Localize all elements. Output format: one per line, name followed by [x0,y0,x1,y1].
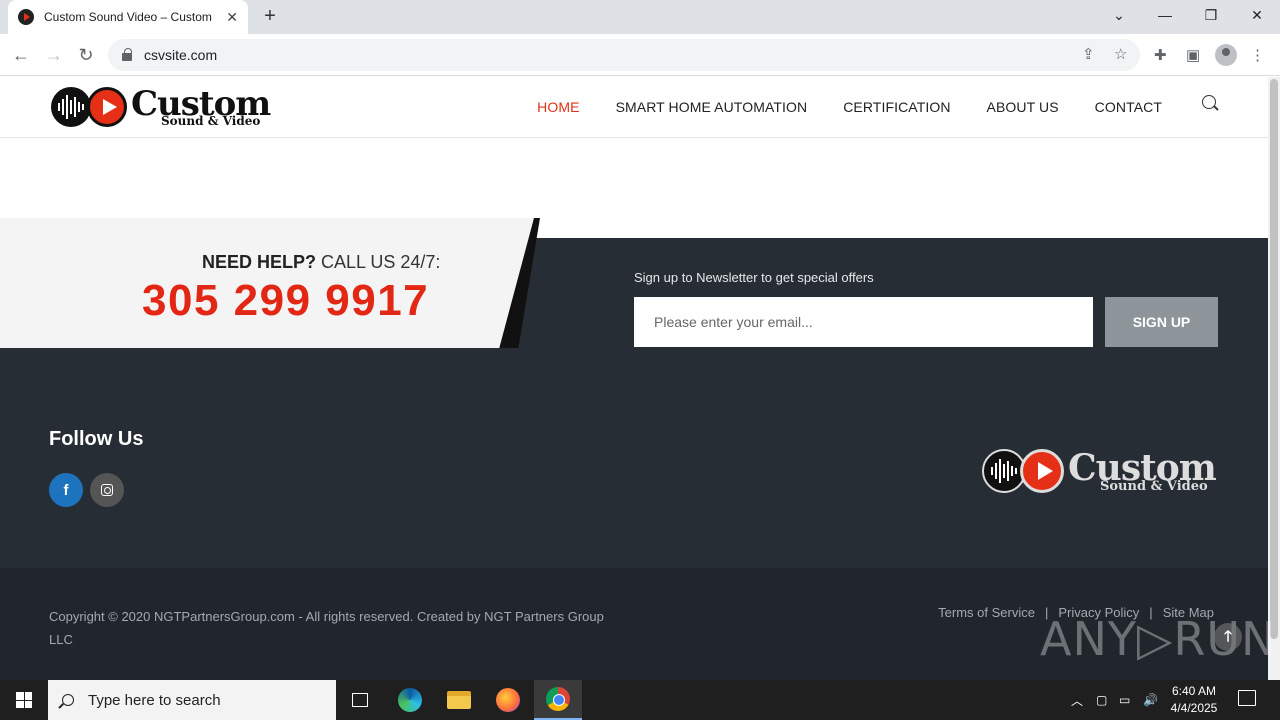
menu-dots-icon[interactable]: ⋮ [1250,46,1265,64]
soundwave-icon [51,87,91,127]
copyright-text: Copyright © 2020 NGTPartnersGroup.com - … [49,609,604,647]
play-icon [87,87,127,127]
terms-link[interactable]: Terms of Service [938,605,1035,620]
folder-icon [447,691,471,709]
tray-chevron-icon[interactable]: ︿ [1071,680,1083,720]
browser-tab[interactable]: Custom Sound Video – Custom ✕ [8,0,248,34]
close-window-button[interactable]: ✕ [1234,0,1280,30]
edge-app-button[interactable] [386,680,434,720]
new-tab-button[interactable]: + [260,6,280,26]
network-icon[interactable]: ▭ [1119,680,1130,720]
back-to-top-button[interactable]: 🡑 [1214,623,1242,651]
chrome-app-button[interactable] [534,680,582,720]
nav-contact[interactable]: CONTACT [1095,99,1162,115]
forward-arrow-icon[interactable]: → [43,44,65,66]
windows-logo-icon [16,692,32,708]
page-viewport: Custom Sound & Video HOME SMART HOME AUT… [0,77,1268,680]
footer-logo: Custom Sound & Video [982,449,1217,493]
windows-taskbar: Type here to search ︿ ▢ ▭ 🔊 6:40 AM 4/4/… [0,680,1280,720]
facebook-icon[interactable]: f [49,473,83,507]
site-favicon-icon [18,9,34,25]
tab-title: Custom Sound Video – Custom [44,10,212,24]
extensions-puzzle-icon[interactable]: ✚ [1154,46,1167,64]
system-clock[interactable]: 6:40 AM 4/4/2025 [1160,683,1228,717]
side-panel-icon[interactable]: ▣ [1186,46,1200,64]
minimize-button[interactable]: — [1142,0,1188,30]
edge-icon [398,688,422,712]
firefox-icon [496,688,520,712]
clock-time: 6:40 AM [1171,684,1217,698]
search-icon [62,694,74,706]
page-scrollbar[interactable] [1268,77,1280,680]
site-logo[interactable]: Custom Sound & Video [51,87,271,127]
main-nav: HOME SMART HOME AUTOMATION CERTIFICATION… [537,99,1162,115]
nav-about-us[interactable]: ABOUT US [987,99,1059,115]
newsletter-email-input[interactable] [634,297,1093,347]
scrollbar-thumb[interactable] [1270,79,1278,639]
site-header: Custom Sound & Video HOME SMART HOME AUT… [0,77,1268,138]
back-arrow-icon[interactable]: ← [10,44,32,66]
signup-button[interactable]: SIGN UP [1105,297,1218,347]
clock-date: 4/4/2025 [1170,701,1218,715]
taskbar-search-placeholder: Type here to search [88,691,221,709]
firefox-app-button[interactable] [484,680,532,720]
newsletter-label: Sign up to Newsletter to get special off… [634,270,874,285]
phone-number[interactable]: 305 299 9917 [142,276,429,326]
restore-button[interactable]: ❐ [1188,0,1234,30]
file-explorer-button[interactable] [435,680,483,720]
task-view-button[interactable] [336,680,384,720]
volume-icon[interactable]: 🔊 [1143,680,1158,720]
notification-icon[interactable] [1238,690,1256,706]
tab-close-icon[interactable]: ✕ [226,9,238,26]
tray-meet-icon[interactable]: ▢ [1096,680,1107,720]
profile-avatar-icon[interactable] [1215,44,1237,66]
follow-us-heading: Follow Us [49,428,144,450]
start-button[interactable] [0,680,48,720]
task-view-icon [352,693,368,707]
nav-home[interactable]: HOME [537,99,579,115]
browser-tabstrip: Custom Sound Video – Custom ✕ + ⌄ — ❐ ✕ [0,0,1280,34]
taskbar-search[interactable]: Type here to search [48,680,336,720]
tab-search-chevron-icon[interactable]: ⌄ [1096,0,1142,30]
nav-smart-home-automation[interactable]: SMART HOME AUTOMATION [616,99,808,115]
chrome-icon [546,687,570,711]
help-callout: NEED HELP? CALL US 24/7: 305 299 9917 [0,218,540,348]
address-bar[interactable]: csvsite.com ⇪ ☆ [108,39,1140,71]
play-icon [1020,449,1064,493]
reload-icon[interactable]: ↻ [75,44,97,66]
help-heading: NEED HELP? CALL US 24/7: [202,252,441,272]
instagram-icon[interactable] [90,473,124,507]
nav-certification[interactable]: CERTIFICATION [843,99,950,115]
url-text: csvsite.com [144,47,218,63]
search-icon[interactable] [1202,95,1216,109]
browser-toolbar: ← → ↻ csvsite.com ⇪ ☆ ✚ ▣ ⋮ [0,34,1280,76]
bookmark-star-icon[interactable]: ☆ [1114,45,1127,63]
share-icon[interactable]: ⇪ [1082,45,1095,63]
lock-icon[interactable] [122,48,132,61]
